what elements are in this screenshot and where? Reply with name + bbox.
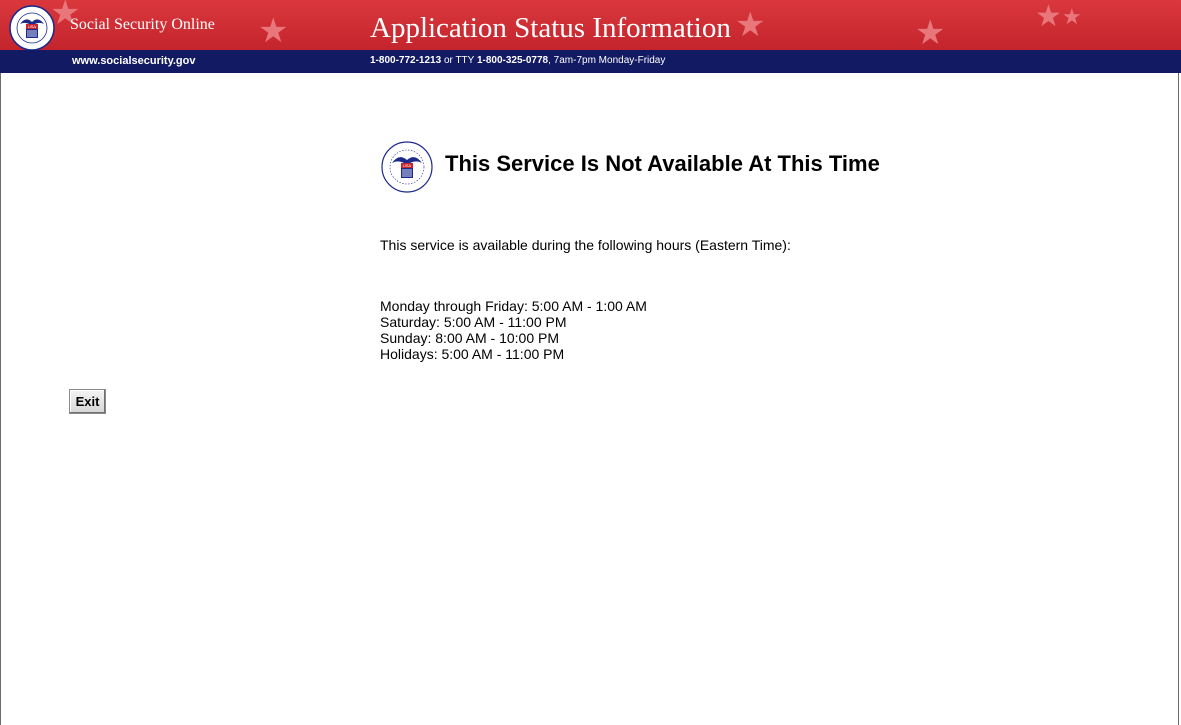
star-icon: ★ xyxy=(735,6,766,44)
phone-primary: 1-800-772-1213 xyxy=(370,55,442,66)
phone-or-tty: or TTY xyxy=(441,55,477,66)
exit-button[interactable]: Exit xyxy=(69,389,106,414)
service-hours-intro: This service is available during the fol… xyxy=(380,237,791,253)
star-icon: ★ xyxy=(915,14,946,50)
notice-title: This Service Is Not Available At This Ti… xyxy=(445,151,880,176)
phone-hours: , 7am-7pm Monday-Friday xyxy=(548,55,666,66)
site-url-link[interactable]: www.socialsecurity.gov xyxy=(72,55,196,67)
service-hours-list: Monday through Friday: 5:00 AM - 1:00 AM… xyxy=(380,298,647,362)
svg-text:USA: USA xyxy=(28,24,37,29)
phone-tty: 1-800-325-0778 xyxy=(476,55,549,66)
page-title: Application Status Information xyxy=(370,12,731,44)
star-icon: ★ xyxy=(258,12,289,50)
hours-sunday: Sunday: 8:00 AM - 10:00 PM xyxy=(380,330,559,346)
header-banner: ★ ★ ★ ★ ★ ★ USA Social Security Online A… xyxy=(0,0,1181,50)
site-name: Social Security Online xyxy=(70,16,215,33)
svg-text:USA: USA xyxy=(403,163,412,168)
page-frame xyxy=(0,0,1179,725)
header-subbar: www.socialsecurity.gov 1-800-772-1213 or… xyxy=(0,50,1181,73)
ssa-seal-icon: USA xyxy=(9,5,55,50)
ssa-seal-icon: USA xyxy=(381,141,433,193)
hours-saturday: Saturday: 5:00 AM - 11:00 PM xyxy=(380,314,567,330)
hours-holidays: Holidays: 5:00 AM - 11:00 PM xyxy=(380,346,565,362)
hours-weekday: Monday through Friday: 5:00 AM - 1:00 AM xyxy=(380,298,647,314)
star-icon: ★ xyxy=(1035,0,1062,33)
contact-phone-line: 1-800-772-1213 or TTY 1-800-325-0778, 7a… xyxy=(370,55,665,66)
star-icon: ★ xyxy=(1062,4,1082,29)
